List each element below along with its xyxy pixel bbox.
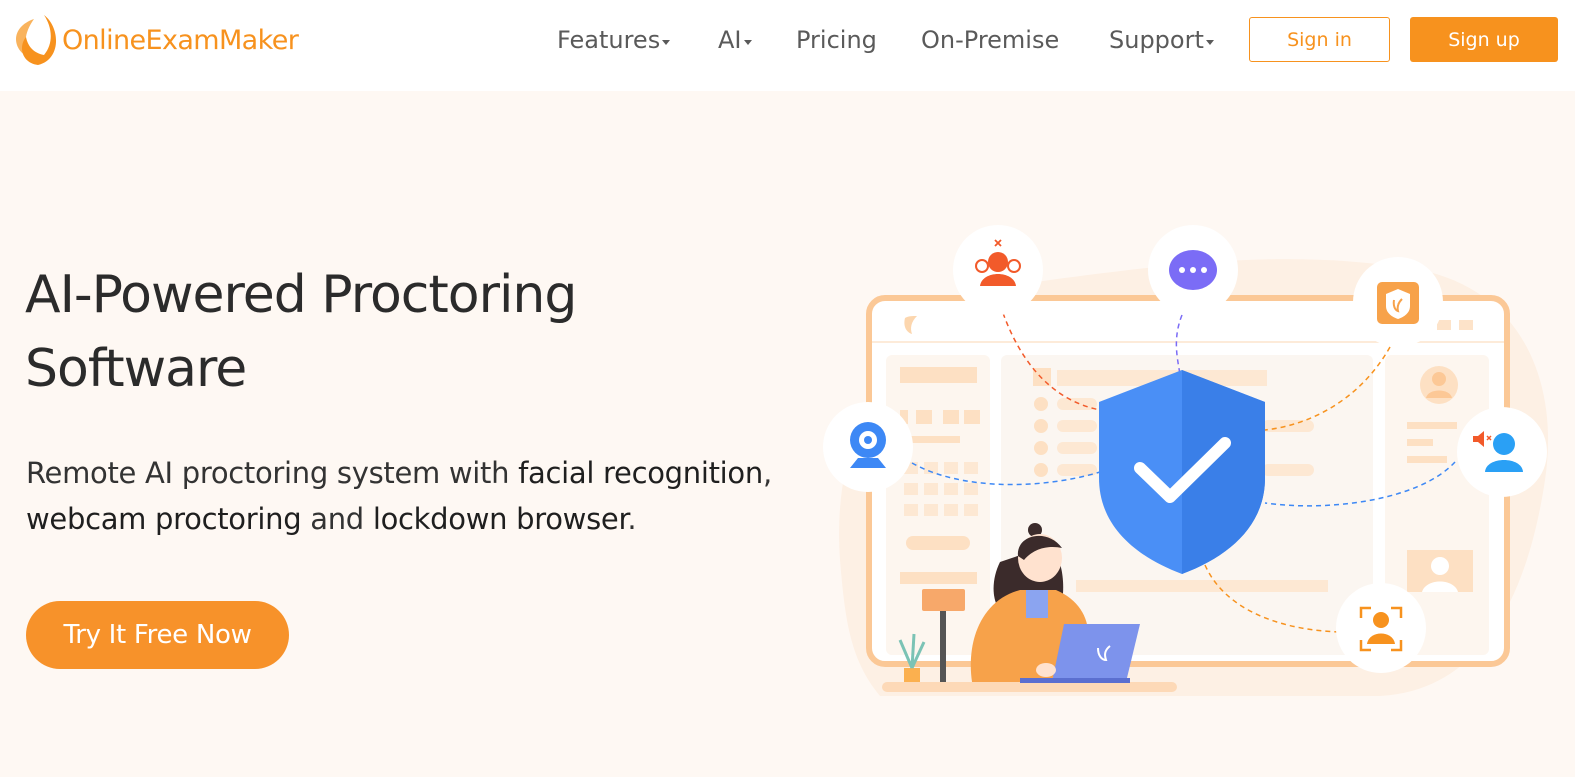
- subtitle-text-4: .: [627, 502, 637, 536]
- nav-on-premise[interactable]: On-Premise: [921, 26, 1059, 54]
- nav-on-premise-label: On-Premise: [921, 26, 1060, 54]
- hero-subtitle: Remote AI proctoring system with facial …: [26, 450, 806, 542]
- shield-logo-icon: [1353, 257, 1443, 347]
- nav-pricing-label: Pricing: [796, 26, 877, 54]
- subtitle-highlight-lockdown: lockdown browser: [372, 502, 628, 536]
- nav-ai[interactable]: AI: [718, 26, 752, 54]
- group-alert-icon: [953, 225, 1043, 315]
- brand-leaf-icon: [16, 15, 57, 65]
- nav-features-label: Features: [557, 26, 661, 54]
- subtitle-text-1: Remote AI proctoring system with: [26, 456, 519, 490]
- page-title: AI-Powered Proctoring Software: [25, 258, 725, 406]
- title-line-2: Software: [25, 339, 247, 399]
- nav-support-label: Support: [1109, 26, 1204, 54]
- chevron-down-icon: [662, 39, 671, 45]
- nav-pricing[interactable]: Pricing: [796, 26, 877, 54]
- face-scan-icon: [1336, 583, 1426, 673]
- brand-name: OnlineExamMaker: [62, 24, 299, 56]
- nav-features[interactable]: Features: [557, 26, 671, 54]
- desk: [882, 682, 1177, 692]
- sign-in-button[interactable]: Sign in: [1249, 17, 1390, 62]
- site-header: OnlineExamMaker Features AI Pricing On-P…: [0, 0, 1575, 91]
- title-line-1: AI-Powered Proctoring: [25, 265, 577, 325]
- chevron-down-icon: [743, 39, 752, 45]
- subtitle-highlight-webcam: webcam proctoring: [26, 502, 302, 536]
- nav-support[interactable]: Support: [1109, 26, 1214, 54]
- subtitle-text-3: and: [301, 502, 373, 536]
- webcam-icon: [823, 402, 913, 492]
- proctoring-illustration: [823, 225, 1549, 696]
- subtitle-text-2: ,: [762, 456, 772, 490]
- sign-up-button[interactable]: Sign up: [1410, 17, 1558, 62]
- try-free-button[interactable]: Try It Free Now: [26, 601, 289, 669]
- muted-user-icon: [1457, 407, 1547, 497]
- chat-bubble-icon: [1148, 225, 1238, 315]
- chevron-down-icon: [1205, 39, 1214, 45]
- brand-logo[interactable]: OnlineExamMaker: [14, 12, 299, 68]
- subtitle-highlight-facial: facial recognition: [518, 456, 763, 490]
- nav-ai-label: AI: [718, 26, 742, 54]
